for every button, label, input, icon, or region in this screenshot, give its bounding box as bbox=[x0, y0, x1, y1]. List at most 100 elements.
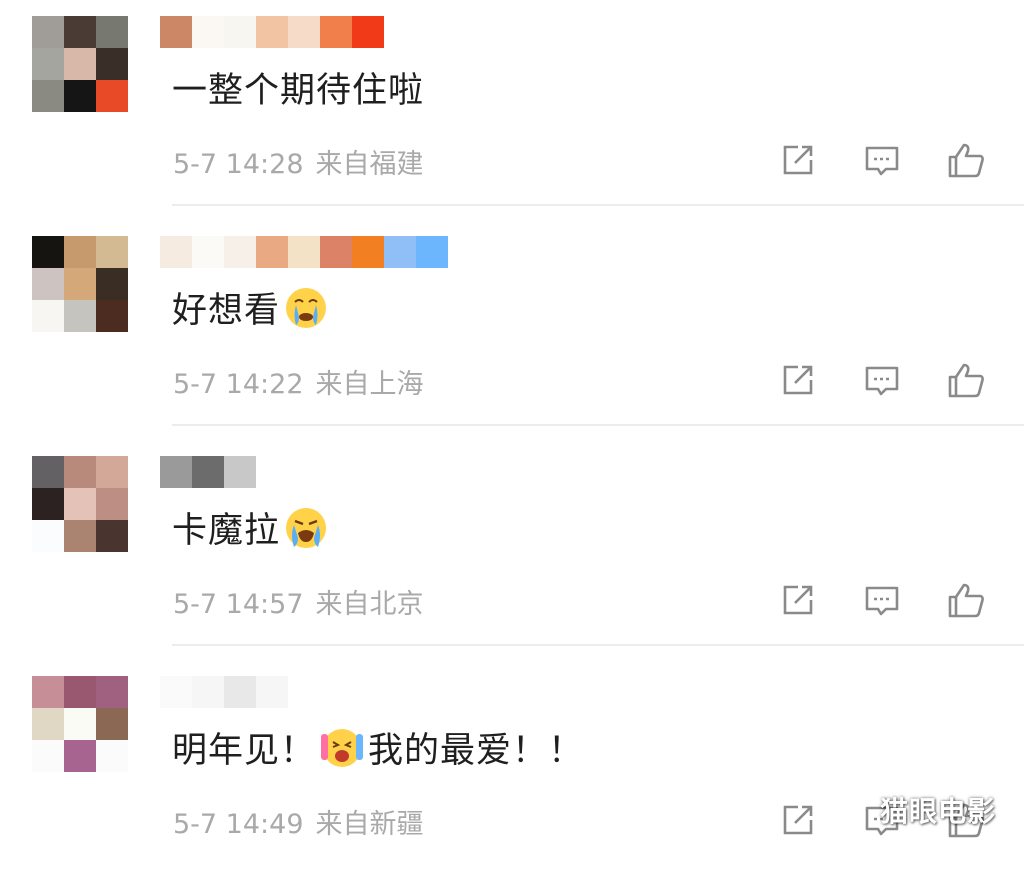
username-pixel bbox=[256, 676, 288, 708]
avatar-pixel bbox=[32, 676, 64, 708]
avatar-pixel bbox=[64, 708, 96, 740]
comment-location: 来自福建 bbox=[315, 149, 424, 180]
comment-time: 5-7 14:22 bbox=[173, 369, 304, 400]
comment-text: 一整个期待住啦 bbox=[172, 62, 424, 113]
username-pixel bbox=[320, 16, 352, 48]
avatar-pixel bbox=[64, 488, 96, 520]
username-pixel bbox=[416, 236, 448, 268]
username-pixel bbox=[224, 16, 256, 48]
divider bbox=[172, 644, 1024, 646]
comment-time: 5-7 14:28 bbox=[173, 149, 304, 180]
avatar-pixel bbox=[32, 48, 64, 80]
thumbs-up-icon bbox=[948, 583, 984, 618]
username-pixelated[interactable] bbox=[160, 456, 256, 488]
share-button[interactable] bbox=[778, 800, 818, 840]
comment-item: 好想看 5-7 14:22 来自上海 bbox=[0, 220, 1024, 440]
avatar-pixel bbox=[32, 80, 64, 112]
reply-button[interactable] bbox=[862, 580, 902, 620]
thumbs-up-icon bbox=[948, 363, 984, 398]
username-pixel bbox=[192, 676, 224, 708]
username-pixel bbox=[160, 456, 192, 488]
comment-location: 来自北京 bbox=[315, 589, 424, 620]
username-pixel bbox=[224, 456, 256, 488]
comment-text: 好想看 bbox=[172, 282, 332, 333]
share-icon bbox=[783, 365, 813, 395]
like-button[interactable] bbox=[946, 140, 986, 180]
comment-location: 来自上海 bbox=[315, 369, 424, 400]
comment-icon bbox=[865, 586, 899, 616]
avatar-pixel bbox=[96, 268, 128, 300]
avatar-pixel bbox=[96, 80, 128, 112]
comment-item: 明年见！ 我的最爱！！ 5-7 14:49 来自新疆 bbox=[0, 660, 1024, 880]
username-pixelated[interactable] bbox=[160, 676, 288, 708]
divider bbox=[172, 424, 1024, 426]
avatar-pixel bbox=[64, 236, 96, 268]
avatar-pixel bbox=[96, 16, 128, 48]
username-pixel bbox=[224, 236, 256, 268]
username-pixel bbox=[160, 236, 192, 268]
username-pixel bbox=[320, 236, 352, 268]
comment-text-main: 一整个期待住啦 bbox=[172, 71, 425, 111]
avatar-pixel bbox=[32, 236, 64, 268]
avatar-pixel bbox=[96, 708, 128, 740]
share-button[interactable] bbox=[778, 140, 818, 180]
avatar-pixel bbox=[64, 16, 96, 48]
username-pixel bbox=[352, 16, 384, 48]
avatar-pixel bbox=[64, 268, 96, 300]
share-icon bbox=[783, 585, 813, 615]
avatar-pixel bbox=[32, 708, 64, 740]
comment-icon bbox=[865, 366, 899, 396]
username-pixelated[interactable] bbox=[160, 236, 448, 268]
avatar-pixel bbox=[96, 676, 128, 708]
divider bbox=[172, 204, 1024, 206]
avatar-pixel bbox=[32, 268, 64, 300]
comment-text-rest: 我的最爱！！ bbox=[368, 731, 585, 771]
avatar-pixel bbox=[32, 520, 64, 552]
comment-meta: 5-7 14:22 来自上海 bbox=[173, 362, 424, 401]
comment-text: 卡魔拉 bbox=[172, 502, 332, 553]
share-button[interactable] bbox=[778, 580, 818, 620]
avatar-pixel bbox=[96, 740, 128, 772]
reply-button[interactable] bbox=[862, 140, 902, 180]
avatar-pixel bbox=[64, 456, 96, 488]
username-pixel bbox=[192, 16, 224, 48]
like-button[interactable] bbox=[946, 580, 986, 620]
avatar[interactable] bbox=[32, 456, 128, 552]
avatar-pixel bbox=[32, 740, 64, 772]
username-pixel bbox=[160, 676, 192, 708]
avatar-pixel bbox=[96, 488, 128, 520]
avatar-pixel bbox=[32, 300, 64, 332]
avatar[interactable] bbox=[32, 16, 128, 112]
comment-icon bbox=[865, 146, 899, 176]
comment-time: 5-7 14:57 bbox=[173, 589, 304, 620]
comment-meta: 5-7 14:57 来自北京 bbox=[173, 582, 424, 621]
share-icon bbox=[783, 145, 813, 175]
comment-meta: 5-7 14:28 来自福建 bbox=[173, 142, 424, 181]
reply-button[interactable] bbox=[862, 360, 902, 400]
watermark: 猫眼电影 bbox=[880, 795, 997, 828]
avatar-pixel bbox=[64, 520, 96, 552]
avatar-pixel bbox=[96, 300, 128, 332]
username-pixel bbox=[384, 236, 416, 268]
username-pixel bbox=[192, 236, 224, 268]
username-pixel bbox=[256, 236, 288, 268]
like-button[interactable] bbox=[946, 360, 986, 400]
avatar[interactable] bbox=[32, 676, 128, 772]
username-pixelated[interactable] bbox=[160, 16, 384, 48]
username-pixel bbox=[288, 236, 320, 268]
sobbing-face-emoji bbox=[286, 507, 327, 548]
comment-text: 明年见！ 我的最爱！！ bbox=[172, 722, 584, 773]
share-icon bbox=[783, 805, 813, 835]
avatar-pixel bbox=[32, 16, 64, 48]
comment-text-main: 卡魔拉 bbox=[172, 511, 281, 551]
comment-item: 卡魔拉 5-7 14:57 来自北京 bbox=[0, 440, 1024, 660]
comment-text-main: 明年见！ bbox=[172, 731, 317, 771]
share-button[interactable] bbox=[778, 360, 818, 400]
avatar[interactable] bbox=[32, 236, 128, 332]
avatar-pixel bbox=[64, 300, 96, 332]
avatar-pixel bbox=[96, 48, 128, 80]
avatar-pixel bbox=[32, 456, 64, 488]
username-pixel bbox=[288, 16, 320, 48]
comment-text-main: 好想看 bbox=[172, 291, 281, 331]
comment-location: 来自新疆 bbox=[315, 809, 424, 840]
